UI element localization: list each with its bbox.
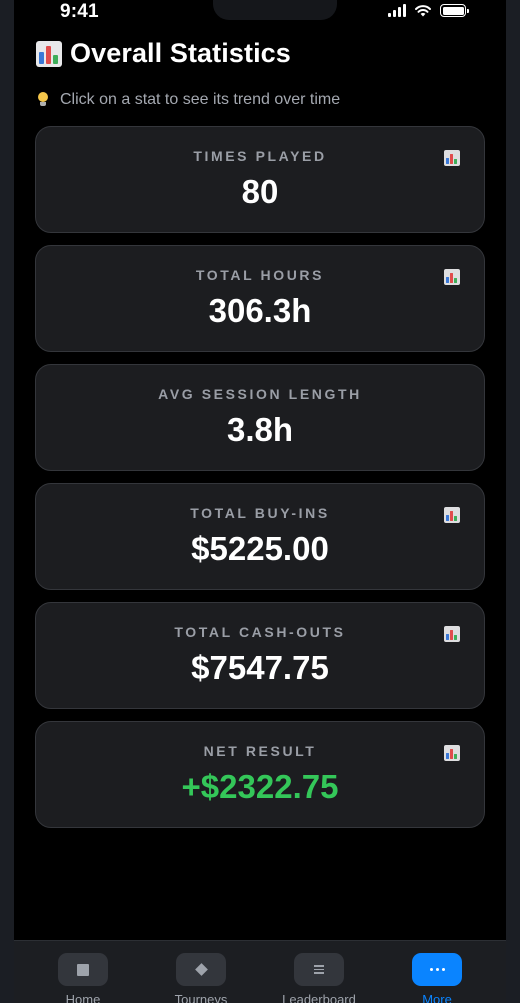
stat-card-total-hours[interactable]: TOTAL HOURS 306.3h [35,245,485,352]
diamond-icon [194,963,208,976]
status-icons [388,4,469,17]
stat-value: 3.8h [226,411,294,448]
wifi-icon [415,5,431,17]
trend-chart-icon [444,150,460,166]
stat-card-avg-session-length[interactable]: AVG SESSION LENGTH 3.8h [35,364,485,471]
hint-text: Click on a stat to see its trend over ti… [60,91,341,108]
stat-label: TOTAL BUY-INS [190,505,330,521]
stat-value: 80 [241,173,279,210]
tab-home-button[interactable] [58,953,108,986]
status-time: 9:41 [60,1,99,22]
list-icon [314,965,324,974]
tab-more-button[interactable] [412,953,462,986]
stat-card-times-played[interactable]: TIMES PLAYED 80 [35,126,485,233]
more-dots-icon [429,968,445,971]
page-title: Overall Statistics [70,38,291,68]
status-bar: 9:41 [14,0,506,26]
stat-card-total-buy-ins[interactable]: TOTAL BUY-INS $5225.00 [35,483,485,590]
stat-card-total-cash-outs[interactable]: TOTAL CASH-OUTS $7547.75 [35,602,485,709]
screen: 9:41 Overall Statistics Click on a stat … [14,0,506,1003]
tab-leaderboard-button[interactable] [294,953,344,986]
trend-chart-icon [444,745,460,761]
stats-list: TIMES PLAYED 80 TOTAL HOURS 306.3h AVG S… [35,126,485,840]
trend-chart-icon [444,269,460,285]
tab-more[interactable]: More [387,953,487,1003]
stat-label: TOTAL CASH-OUTS [174,624,346,640]
tab-label: Home [65,992,101,1003]
tab-label: Tourneys [174,992,228,1003]
hint: Click on a stat to see its trend over ti… [36,91,340,109]
trend-chart-icon [444,626,460,642]
phone-frame: 9:41 Overall Statistics Click on a stat … [0,0,520,1003]
tab-label: More [422,992,452,1003]
stat-label: TIMES PLAYED [193,148,327,164]
lightbulb-icon [36,92,50,108]
stat-label: TOTAL HOURS [195,267,325,283]
tab-tourneys-button[interactable] [176,953,226,986]
tab-tourneys[interactable]: Tourneys [151,953,251,1003]
square-icon [77,963,89,976]
cellular-signal-icon [388,4,406,17]
stat-value: +$2322.75 [181,768,339,805]
bar-chart-icon [36,40,62,67]
page-header: Overall Statistics [36,38,291,69]
tab-bar: Home Tourneys Leaderboard More [14,940,506,1003]
stat-label: AVG SESSION LENGTH [158,386,362,402]
stat-value: $5225.00 [191,530,329,567]
tab-leaderboard[interactable]: Leaderboard [269,953,369,1003]
trend-chart-icon [444,507,460,523]
battery-icon [440,4,469,17]
stat-value: $7547.75 [191,649,329,686]
stat-card-net-result[interactable]: NET RESULT +$2322.75 [35,721,485,828]
tab-home[interactable]: Home [33,953,133,1003]
stat-label: NET RESULT [203,743,317,759]
stat-value: 306.3h [208,292,312,329]
tab-label: Leaderboard [282,992,356,1003]
